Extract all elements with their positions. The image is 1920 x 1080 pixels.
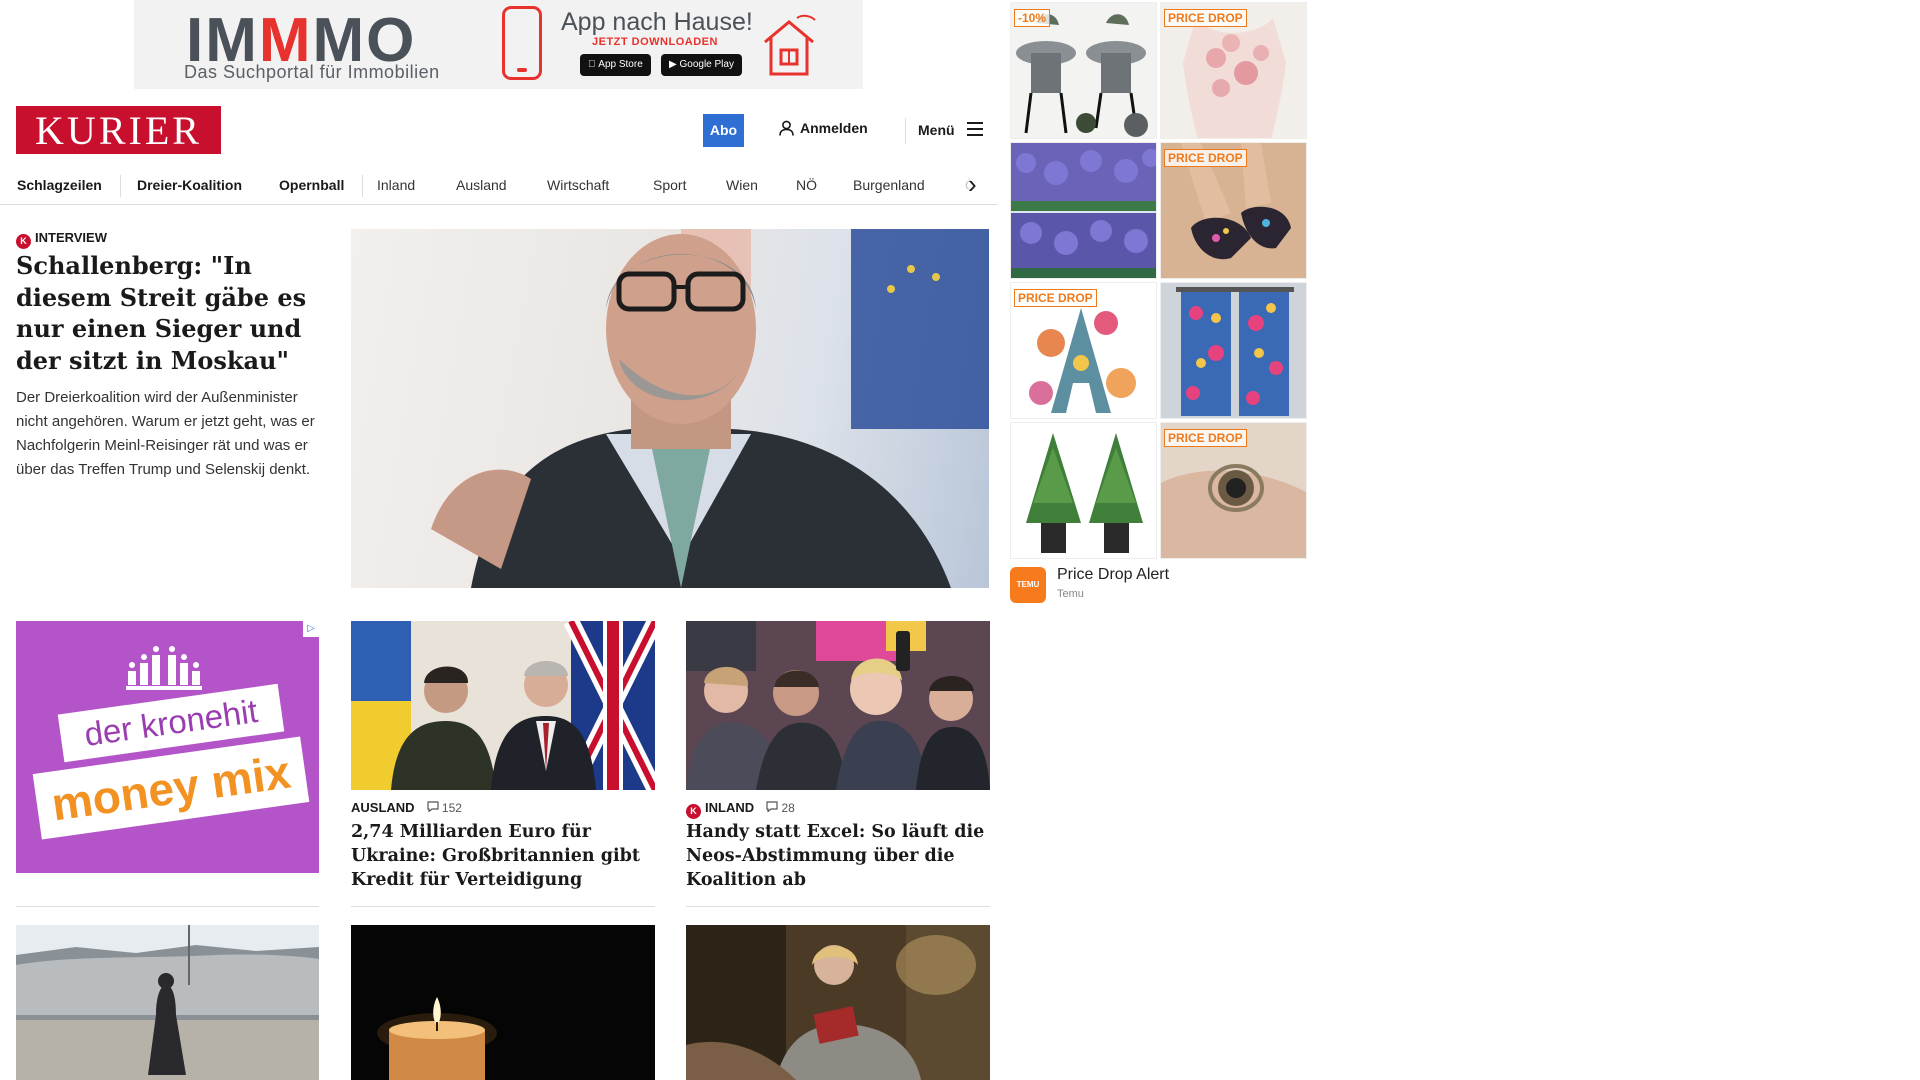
comment-count[interactable]: 28: [766, 801, 795, 815]
section-nav: Schlagzeilen Dreier-Koalition Opernball …: [0, 168, 998, 205]
price-drop-badge: PRICE DROP: [1164, 9, 1247, 27]
house-icon: [764, 14, 816, 76]
card-divider: [16, 906, 319, 907]
comment-count[interactable]: 152: [426, 801, 462, 815]
google-play-badge[interactable]: ▶ Google Play: [661, 54, 742, 76]
card-divider: [351, 906, 655, 907]
product-tile-fountain[interactable]: -10%: [1010, 2, 1157, 139]
nav-divider: [362, 175, 363, 197]
price-drop-badge: PRICE DROP: [1164, 429, 1247, 447]
play-icon: ▶: [669, 59, 677, 70]
side-ad-advertiser: Temu: [1057, 588, 1084, 600]
product-tile-dress[interactable]: PRICE DROP: [1160, 2, 1307, 139]
product-tile-lavender[interactable]: [1010, 142, 1157, 279]
nav-item-dreier-koalition[interactable]: Dreier-Koalition: [137, 177, 242, 193]
hamburger-icon[interactable]: [967, 122, 983, 136]
card-photo-ukraine[interactable]: [351, 621, 655, 790]
lead-teaser: Der Dreierkoalition wird der Außenminist…: [16, 389, 315, 478]
ad-cta: JETZT DOWNLOADEN: [592, 36, 718, 48]
card-divider: [686, 906, 990, 907]
product-tile-curtain[interactable]: [1160, 282, 1307, 419]
product-tile-letter[interactable]: PRICE DROP: [1010, 282, 1157, 419]
abo-button[interactable]: Abo: [703, 114, 744, 147]
lead-photo[interactable]: [351, 229, 989, 588]
nav-item-wirtschaft[interactable]: Wirtschaft: [547, 177, 609, 193]
card-headline-neos[interactable]: Handy statt Excel: So läuft die Neos-Abs…: [686, 820, 990, 892]
login-button[interactable]: Anmelden: [779, 120, 868, 136]
product-tile-ring[interactable]: PRICE DROP: [1160, 422, 1307, 559]
kurier-plus-icon: K: [686, 804, 701, 819]
card-headline-ukraine[interactable]: 2,74 Milliarden Euro für Ukraine: Großbr…: [351, 820, 655, 892]
nav-item-ausland[interactable]: Ausland: [456, 177, 507, 193]
nav-item-sport[interactable]: Sport: [653, 177, 686, 193]
side-ad-title[interactable]: Price Drop Alert: [1057, 566, 1169, 584]
product-tile-plants[interactable]: [1010, 422, 1157, 559]
temu-side-ad[interactable]: ▷ ✕ -10% PRICE DROP: [1008, 0, 1308, 604]
temu-logo: TEMU: [1010, 567, 1046, 603]
card-photo-camp[interactable]: [16, 925, 319, 1080]
card-photo-neos[interactable]: [686, 621, 990, 790]
nav-item-wien[interactable]: Wien: [726, 177, 758, 193]
card-photo-candle[interactable]: [351, 925, 655, 1080]
nav-item-burgenland[interactable]: Burgenland: [853, 177, 925, 193]
kurier-logo[interactable]: KURIER: [16, 106, 221, 154]
card-meta-inland: K INLAND 28: [686, 800, 795, 819]
login-label: Anmelden: [800, 120, 868, 136]
nav-item-opernball[interactable]: Opernball: [279, 177, 344, 193]
lead-headline[interactable]: Schallenberg: "In diesem Streit gäbe es …: [16, 250, 316, 376]
phone-icon: [502, 6, 542, 80]
comment-icon: [426, 801, 439, 813]
ad-choices-icon[interactable]: ▷: [303, 621, 319, 637]
price-drop-badge: PRICE DROP: [1014, 289, 1097, 307]
nav-item-schlagzeilen[interactable]: Schlagzeilen: [17, 177, 102, 193]
price-drop-badge: PRICE DROP: [1164, 149, 1247, 167]
product-tile-shoes[interactable]: PRICE DROP: [1160, 142, 1307, 279]
chevron-right-icon[interactable]: ›: [968, 171, 977, 197]
section-label[interactable]: AUSLAND: [351, 800, 415, 815]
comment-icon: [766, 801, 778, 813]
nav-item-noe[interactable]: NÖ: [796, 177, 817, 193]
nav-item-inland[interactable]: Inland: [377, 177, 415, 193]
menu-button[interactable]: Menü: [918, 122, 955, 138]
card-meta-ausland: AUSLAND 152: [351, 800, 462, 815]
kurier-plus-icon: K: [16, 234, 31, 249]
section-label[interactable]: INLAND: [705, 800, 754, 815]
immmo-banner-ad[interactable]: IMMMO Das Suchportal für Immobilien App …: [134, 0, 863, 89]
crown-icon: [126, 646, 202, 690]
discount-badge: -10%: [1014, 9, 1051, 27]
nav-divider: [120, 175, 121, 197]
immmo-tagline: Das Suchportal für Immobilien: [184, 62, 440, 82]
app-store-badge[interactable]:  App Store: [580, 54, 651, 76]
apple-icon: : [588, 59, 596, 70]
user-icon: [779, 120, 794, 136]
ad-headline: App nach Hause!: [561, 8, 753, 36]
lead-kicker: K INTERVIEW: [16, 230, 107, 249]
kronehit-ad[interactable]: ▷ der kronehit money mix: [16, 621, 319, 873]
header-divider: [905, 118, 906, 144]
card-photo-reading[interactable]: [686, 925, 990, 1080]
